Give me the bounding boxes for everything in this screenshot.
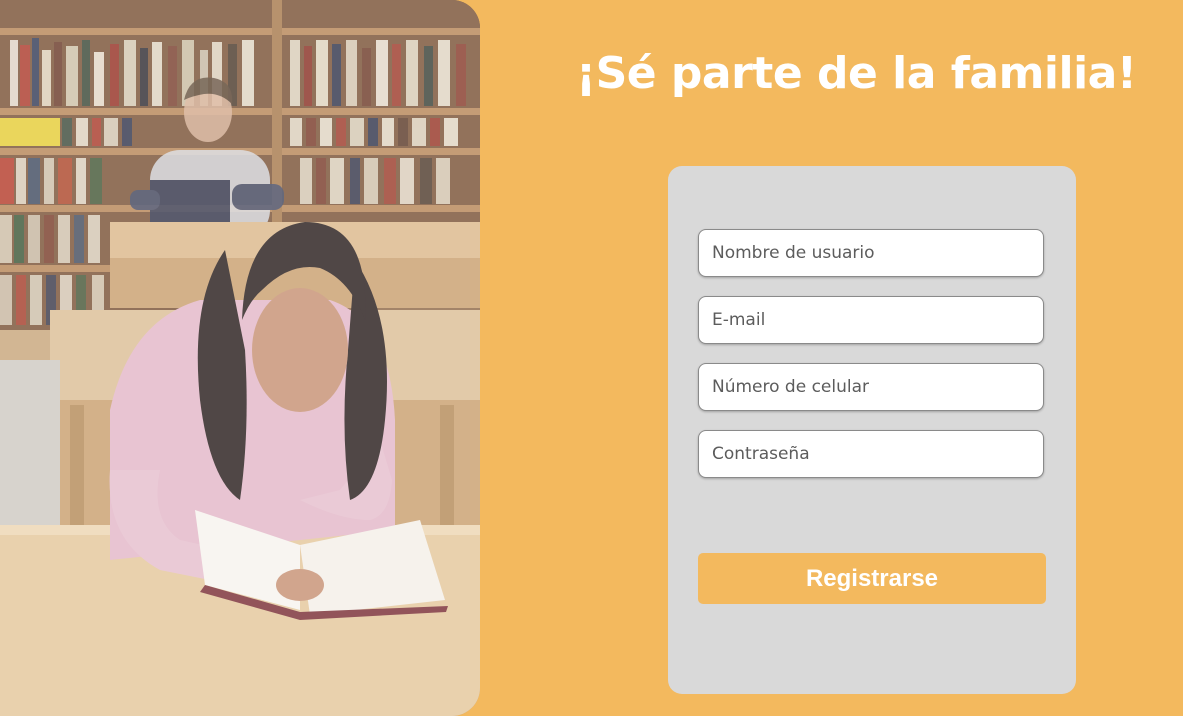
register-button[interactable]: Registrarse — [698, 553, 1046, 604]
username-input[interactable] — [698, 229, 1044, 277]
email-input[interactable] — [698, 296, 1044, 344]
password-input[interactable] — [698, 430, 1044, 478]
phone-input[interactable] — [698, 363, 1044, 411]
page-title: ¡Sé parte de la familia! — [576, 48, 1137, 99]
signup-form-card: Registrarse — [668, 166, 1076, 694]
signup-page: ¡Sé parte de la familia! Registrarse — [0, 0, 1183, 716]
library-photo — [0, 0, 480, 716]
